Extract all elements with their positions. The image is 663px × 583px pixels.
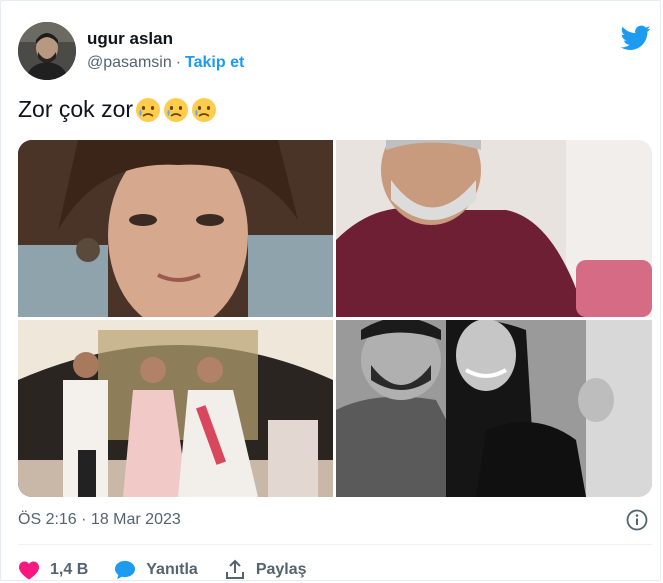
share-label: Paylaş [255, 561, 307, 578]
author-name[interactable]: ugur aslan [87, 29, 173, 49]
crying-face-emoji-icon [192, 97, 217, 122]
avatar[interactable] [18, 22, 76, 80]
twitter-bird-icon[interactable] [621, 25, 651, 51]
speech-bubble-icon [115, 560, 136, 580]
crying-face-emoji-icon [164, 97, 189, 122]
share-upload-icon [225, 559, 244, 579]
follow-button[interactable]: Takip et [185, 54, 244, 71]
reply-label: Yanıtla [146, 561, 198, 578]
info-icon[interactable] [626, 509, 648, 531]
like-button[interactable]: 1,4 B [18, 560, 88, 580]
separator-dot: · [175, 54, 182, 71]
handle-row: @pasamsin · Takip et [87, 54, 244, 72]
share-button[interactable]: Paylaş [224, 559, 307, 581]
tweet-text-content: Zor çok zor [18, 96, 134, 122]
like-count: 1,4 B [50, 561, 89, 578]
photo-older-man[interactable] [336, 140, 652, 317]
divider [18, 544, 652, 545]
action-bar: 1,4 B Yanıtla Paylaş [18, 557, 333, 583]
photo-wedding[interactable] [18, 320, 333, 497]
photo-woman-portrait[interactable] [18, 140, 333, 317]
tweet-timestamp[interactable]: ÖS 2:16 · 18 Mar 2023 [18, 511, 181, 529]
reply-button[interactable]: Yanıtla [114, 560, 198, 580]
media-grid [18, 140, 652, 497]
tweet-card: ugur aslan @pasamsin · Takip et Zor çok zo… [0, 0, 661, 581]
heart-icon [19, 561, 39, 580]
photo-couple-bw[interactable] [336, 320, 652, 497]
author-handle[interactable]: @pasamsin [87, 54, 172, 71]
crying-face-emoji-icon [136, 97, 161, 122]
tweet-text: Zor çok zor [18, 96, 217, 123]
